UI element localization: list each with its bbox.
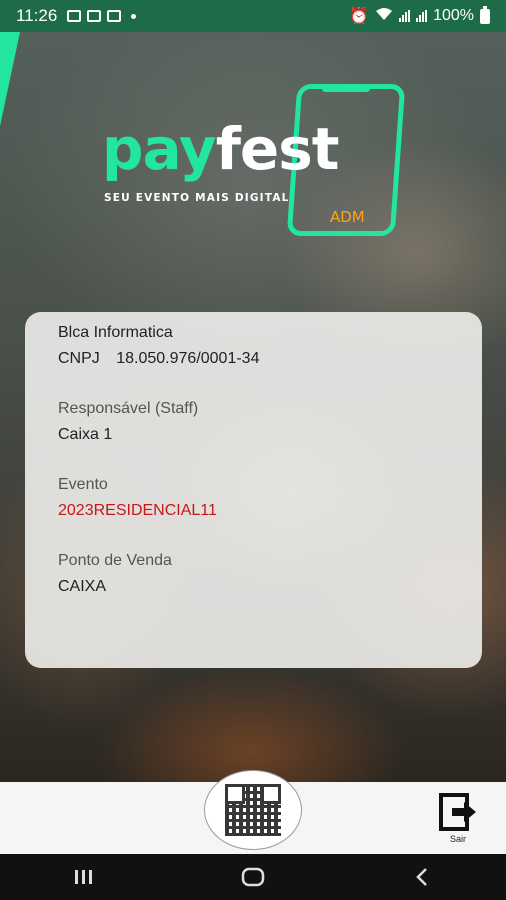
back-icon <box>415 868 427 886</box>
home-icon <box>241 867 265 887</box>
logo-tagline: SEU EVENTO MAIS DIGITAL <box>104 192 290 204</box>
system-icons: ⏰ 100% <box>349 5 490 26</box>
info-card: Blca Informatica CNPJ 18.050.976/0001-34… <box>25 312 482 668</box>
notification-icons <box>67 10 137 22</box>
logo-pay: pay <box>102 115 217 183</box>
exit-button[interactable]: Sair <box>436 792 480 848</box>
ponto-value: CAIXA <box>58 578 107 595</box>
status-bar: 11:26 ⏰ 100% <box>0 0 506 32</box>
responsavel-value: Caixa 1 <box>58 426 113 443</box>
decorative-stripe <box>0 32 20 242</box>
adm-badge: ADM <box>330 208 365 226</box>
wifi-icon <box>375 7 393 26</box>
status-time: 11:26 <box>16 6 58 25</box>
home-button[interactable] <box>223 857 283 897</box>
cnpj-row: CNPJ 18.050.976/0001-34 <box>58 350 449 368</box>
action-bar: Sair <box>0 770 506 854</box>
recents-icon <box>75 870 93 884</box>
exit-icon <box>439 793 476 831</box>
back-button[interactable] <box>392 857 452 897</box>
outlook-icon <box>107 10 122 22</box>
battery-percent: 100% <box>433 7 474 24</box>
signal-icon <box>399 10 411 22</box>
logo-wordmark: payfest <box>102 120 340 178</box>
cnpj-label: CNPJ <box>58 350 100 367</box>
ponto-label: Ponto de Venda <box>58 552 172 569</box>
exit-label: Sair <box>449 834 466 844</box>
payfest-logo: payfest SEU EVENTO MAIS DIGITAL ADM <box>102 82 412 242</box>
qr-scan-button[interactable] <box>204 770 302 850</box>
phone-notch <box>321 86 371 92</box>
recents-button[interactable] <box>54 857 114 897</box>
evento-value: 2023RESIDENCIAL11 <box>58 502 217 519</box>
more-notifications-icon <box>131 13 137 19</box>
teams-icon <box>87 10 102 22</box>
evento-label: Evento <box>58 476 108 493</box>
signal-icon <box>416 10 428 22</box>
cnpj-value: 18.050.976/0001-34 <box>116 350 260 367</box>
logo-fest: fest <box>215 115 340 183</box>
company-name: Blca Informatica <box>58 324 173 341</box>
alarm-icon: ⏰ <box>349 8 370 25</box>
android-nav-bar <box>0 854 506 900</box>
qr-code-icon <box>225 784 281 836</box>
battery-icon <box>480 5 490 24</box>
responsavel-label: Responsável (Staff) <box>58 400 199 417</box>
image-icon <box>67 10 82 22</box>
